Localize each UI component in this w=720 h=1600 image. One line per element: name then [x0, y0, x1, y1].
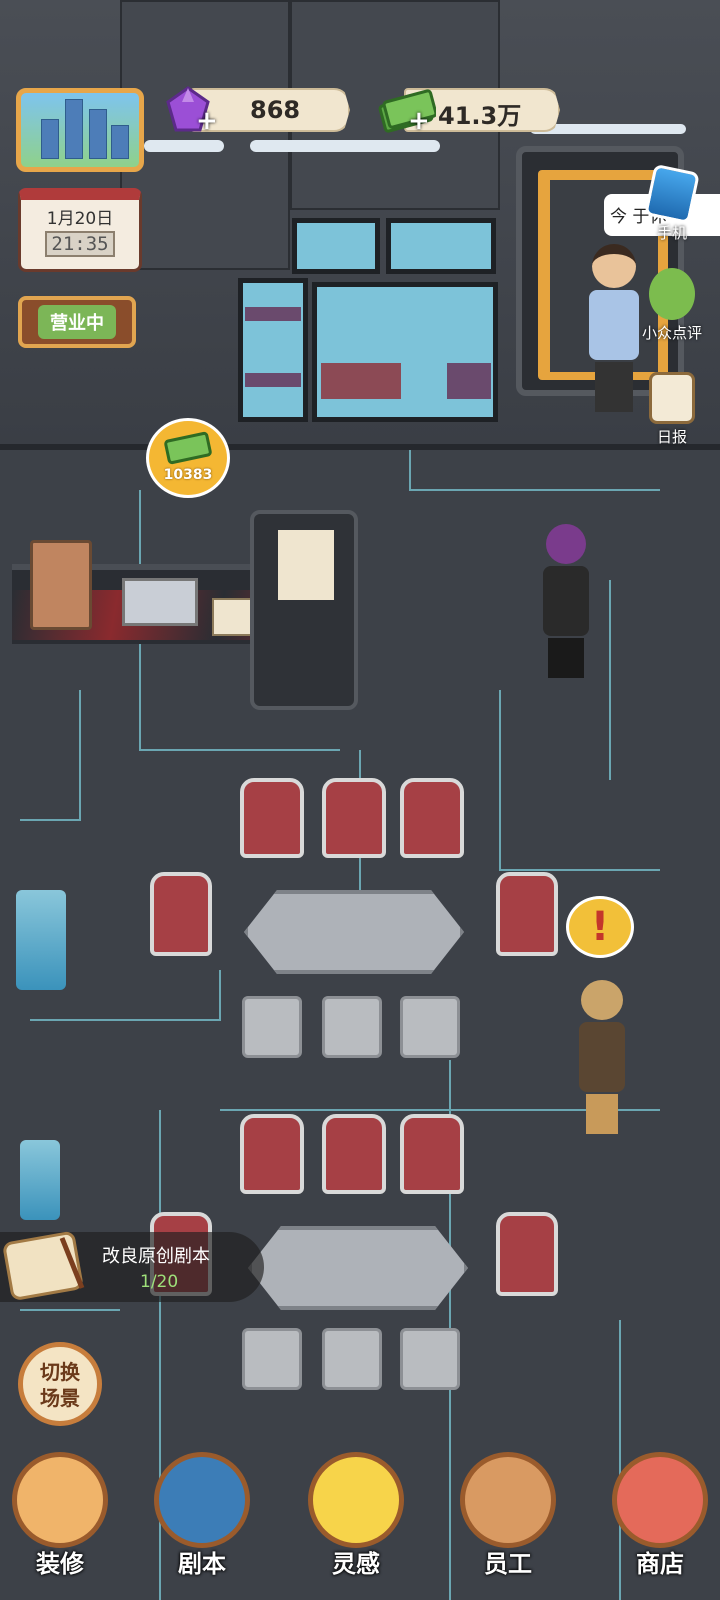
game-table[interactable] — [248, 1226, 468, 1310]
add-gems-button[interactable]: + — [196, 106, 218, 136]
nav-label: 剧本 — [178, 1550, 226, 1578]
chair[interactable] — [322, 1328, 382, 1390]
chair[interactable] — [322, 778, 386, 858]
business-status-label: 营业中 — [38, 305, 116, 339]
shelf-window — [312, 282, 498, 422]
chair[interactable] — [400, 1328, 460, 1390]
task-title: 改良原创剧本 — [102, 1246, 210, 1267]
daily-label: 日报 — [656, 428, 687, 446]
nav-label: 灵感 — [332, 1550, 380, 1578]
collect-cash-amount: 10383 — [163, 467, 213, 483]
chair[interactable] — [242, 1328, 302, 1390]
game-scene: ! 868 + 41.3万 + 1月20日 21:35 营业中 今 于休 手机 … — [0, 0, 720, 1600]
chair[interactable] — [496, 1212, 558, 1296]
add-cash-button[interactable]: + — [408, 106, 430, 136]
business-status-sign[interactable]: 营业中 — [18, 296, 136, 348]
chair[interactable] — [496, 872, 558, 956]
shelf-window — [292, 218, 380, 274]
shop-icon — [612, 1452, 708, 1548]
phone-button[interactable]: 手机 — [624, 163, 720, 243]
chair[interactable] — [400, 996, 460, 1058]
calendar-time: 21:35 — [45, 231, 115, 257]
wall-light — [144, 140, 224, 152]
staff-badge-icon — [460, 1452, 556, 1548]
lightbulb-icon — [308, 1452, 404, 1548]
chair[interactable] — [240, 778, 304, 858]
chair[interactable] — [400, 778, 464, 858]
customer-character[interactable] — [572, 980, 632, 1140]
exclamation-icon[interactable]: ! — [566, 896, 634, 958]
gem-value: 868 — [250, 96, 301, 124]
switch-scene-button[interactable]: 切换 场景 — [18, 1342, 102, 1426]
nav-shop[interactable]: 商店 — [600, 1448, 720, 1600]
switch-scene-line1: 切换 — [40, 1360, 80, 1384]
review-button[interactable]: 小众点评 — [624, 268, 720, 343]
cash-icon — [164, 431, 212, 465]
chair[interactable] — [322, 996, 382, 1058]
shelf-window — [386, 218, 496, 274]
wall-light — [250, 140, 440, 152]
collect-cash-bubble[interactable]: 10383 — [146, 418, 230, 498]
chair[interactable] — [150, 872, 212, 956]
scroll-icon — [3, 1231, 85, 1300]
daily-report-button[interactable]: 日报 — [624, 372, 720, 447]
nav-staff[interactable]: 员工 — [448, 1448, 568, 1600]
cash-value: 41.3万 — [438, 102, 522, 130]
server-cabinet — [250, 510, 358, 710]
coffee-machine[interactable] — [30, 540, 92, 630]
chair[interactable] — [242, 996, 302, 1058]
hologram-display[interactable] — [16, 890, 66, 990]
phone-label: 手机 — [656, 224, 687, 242]
nav-decorate[interactable]: 装修 — [0, 1448, 120, 1600]
nav-label: 员工 — [484, 1550, 532, 1578]
customer-character[interactable] — [538, 524, 594, 684]
chair[interactable] — [322, 1114, 386, 1194]
phone-icon — [644, 163, 700, 225]
calendar: 1月20日 21:35 — [18, 188, 142, 272]
game-table[interactable] — [244, 890, 464, 974]
scene-thumbnail[interactable] — [16, 88, 144, 172]
nav-inspiration[interactable]: 灵感 — [296, 1448, 416, 1600]
nav-label: 装修 — [36, 1550, 84, 1578]
switch-scene-line2: 场景 — [40, 1386, 80, 1410]
script-book-icon — [154, 1452, 250, 1548]
house-icon — [12, 1452, 108, 1548]
computer-monitor[interactable] — [122, 578, 198, 626]
review-label: 小众点评 — [641, 324, 702, 342]
clipboard-icon — [649, 372, 695, 424]
task-progress: 1/20 — [140, 1272, 179, 1292]
hologram-display[interactable] — [20, 1140, 60, 1220]
chair[interactable] — [240, 1114, 304, 1194]
shelf-window — [238, 278, 308, 422]
calendar-date: 1月20日 — [46, 209, 114, 229]
bottom-nav: 装修 剧本 灵感 员工 商店 — [0, 1448, 720, 1600]
thumbs-up-icon — [649, 268, 695, 320]
nav-label: 商店 — [636, 1550, 684, 1578]
chair[interactable] — [400, 1114, 464, 1194]
nav-script[interactable]: 剧本 — [142, 1448, 262, 1600]
